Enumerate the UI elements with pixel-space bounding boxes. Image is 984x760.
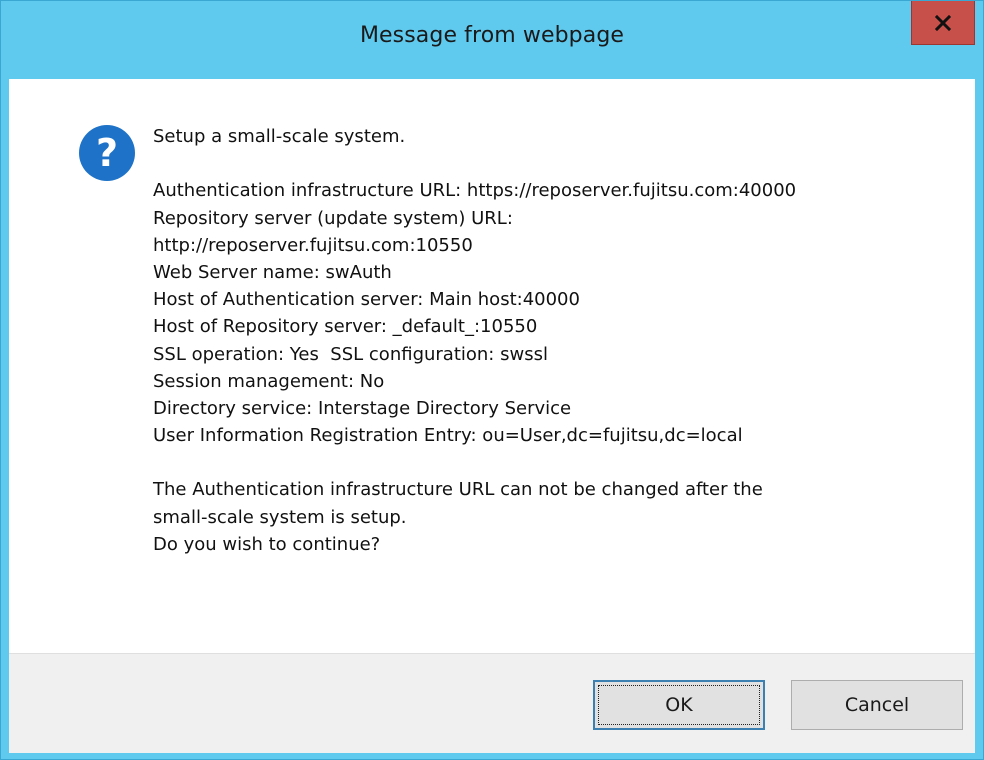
cancel-button[interactable]: Cancel xyxy=(791,680,963,730)
close-icon xyxy=(935,14,951,31)
message-line: Directory service: Interstage Directory … xyxy=(153,397,572,419)
message-line: Setup a small-scale system. xyxy=(153,126,406,147)
message-line: Authentication infrastructure URL: https… xyxy=(153,180,797,202)
message-line: SSL operation: Yes SSL configuration: sw… xyxy=(153,343,548,365)
message-line: small-scale system is setup. xyxy=(153,506,407,528)
svg-text:?: ? xyxy=(96,131,118,175)
message-area: ? Setup a small-scale system. Authentica… xyxy=(9,79,975,653)
message-line: Do you wish to continue? xyxy=(153,533,381,555)
message-line: Session management: No xyxy=(153,370,385,392)
message-line: The Authentication infrastructure URL ca… xyxy=(153,479,763,501)
ok-button[interactable]: OK xyxy=(593,680,765,730)
title-bar[interactable]: Message from webpage xyxy=(1,1,983,79)
message-line: http://reposerver.fujitsu.com:10550 xyxy=(153,234,473,256)
question-icon: ? xyxy=(79,125,135,181)
message-line: User Information Registration Entry: ou=… xyxy=(153,425,743,447)
message-line: Web Server name: swAuth xyxy=(153,261,392,283)
message-dialog: Message from webpage ? Setup a small-sca… xyxy=(0,0,984,760)
dialog-client: ? Setup a small-scale system. Authentica… xyxy=(9,79,975,753)
message-line: Repository server (update system) URL: xyxy=(153,207,513,229)
message-line: Host of Repository server: _default_:105… xyxy=(153,316,538,338)
message-text: Setup a small-scale system. Authenticati… xyxy=(153,123,943,558)
dialog-title: Message from webpage xyxy=(359,23,625,48)
close-button[interactable] xyxy=(911,1,975,45)
message-line: Host of Authentication server: Main host… xyxy=(153,289,580,311)
button-bar: OK Cancel xyxy=(9,653,975,753)
